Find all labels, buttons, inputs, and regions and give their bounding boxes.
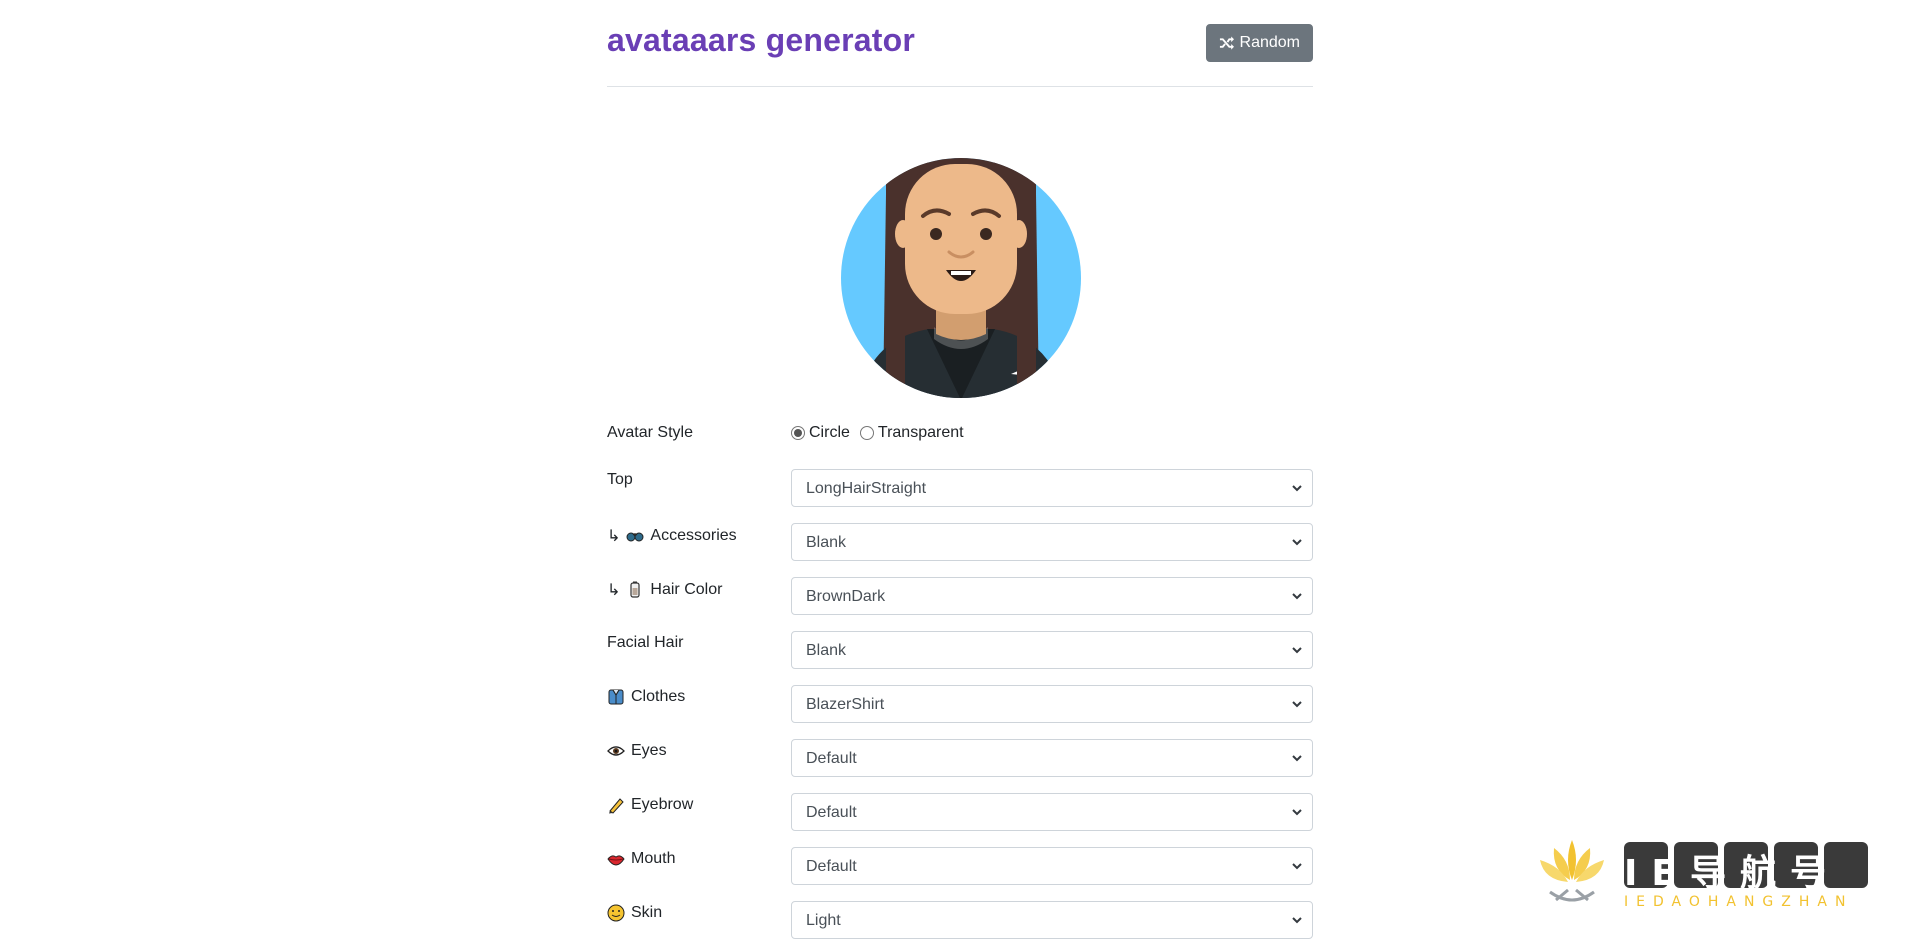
eyebrow-row: Eyebrow Default bbox=[607, 793, 1313, 833]
shuffle-icon bbox=[1219, 36, 1234, 50]
glasses-icon bbox=[626, 532, 644, 542]
watermark-subtext: IEDAOHANGZHAN bbox=[1624, 894, 1854, 910]
skin-label: Skin bbox=[607, 904, 662, 922]
mouth-select[interactable]: Default bbox=[791, 847, 1313, 885]
avatar-preview bbox=[839, 134, 1083, 400]
clothes-select[interactable]: BlazerShirt bbox=[791, 685, 1313, 723]
eyes-select[interactable]: Default bbox=[791, 739, 1313, 777]
top-label: Top bbox=[607, 471, 633, 488]
hair-color-select[interactable]: BrownDark bbox=[791, 577, 1313, 615]
skin-tone-icon bbox=[607, 904, 625, 922]
sub-option-arrow: ↳ bbox=[607, 582, 621, 599]
circle-radio-label[interactable]: Circle bbox=[809, 424, 850, 442]
mouth-label: Mouth bbox=[607, 850, 675, 868]
shirt-icon bbox=[608, 689, 624, 705]
accessories-label: ↳ Accessories bbox=[607, 527, 737, 545]
accessories-select[interactable]: Blank bbox=[791, 523, 1313, 561]
facial-hair-row: Facial Hair Blank bbox=[607, 631, 1313, 671]
clothes-label: Clothes bbox=[607, 688, 685, 706]
watermark-logo: IE导航号 IEDAOHANGZHAN bbox=[1532, 830, 1898, 914]
page-header: avataaars generator Random bbox=[607, 0, 1313, 87]
random-button[interactable]: Random bbox=[1205, 24, 1313, 62]
top-select[interactable]: LongHairStraight bbox=[791, 469, 1313, 507]
avatar-style-label: Avatar Style bbox=[607, 424, 693, 441]
mouth-row: Mouth Default bbox=[607, 847, 1313, 887]
eyes-label: Eyes bbox=[607, 742, 667, 760]
eyebrow-select[interactable]: Default bbox=[791, 793, 1313, 831]
eyes-row: Eyes Default bbox=[607, 739, 1313, 779]
facial-hair-label: Facial Hair bbox=[607, 634, 684, 651]
generator-container: avataaars generator Random Avatar Style … bbox=[607, 0, 1313, 939]
page-title: avataaars generator bbox=[607, 22, 915, 58]
lotus-icon bbox=[1540, 840, 1604, 902]
accessories-row: ↳ Accessories Blank bbox=[607, 523, 1313, 563]
skin-row: Skin Light bbox=[607, 901, 1313, 941]
avatar-style-options: Circle Transparent bbox=[791, 424, 964, 442]
circle-radio[interactable] bbox=[791, 426, 805, 440]
clothes-row: Clothes BlazerShirt bbox=[607, 685, 1313, 725]
paint-tube-icon bbox=[630, 581, 641, 598]
random-button-label: Random bbox=[1239, 34, 1300, 51]
hair-color-label: ↳ Hair Color bbox=[607, 581, 723, 599]
lips-icon bbox=[607, 855, 625, 866]
hair-color-row: ↳ Hair Color BrownDark bbox=[607, 577, 1313, 617]
sub-option-arrow: ↳ bbox=[607, 528, 621, 545]
avatar-style-row: Avatar Style Circle Transparent bbox=[607, 424, 1313, 464]
eye-icon bbox=[607, 746, 625, 756]
pencil-icon bbox=[609, 798, 624, 814]
watermark-text: IE导航号 bbox=[1624, 853, 1840, 894]
transparent-radio-label[interactable]: Transparent bbox=[878, 424, 964, 442]
skin-select[interactable]: Light bbox=[791, 901, 1313, 939]
transparent-radio[interactable] bbox=[859, 426, 874, 440]
facial-hair-select[interactable]: Blank bbox=[791, 631, 1313, 669]
top-row: Top LongHairStraight bbox=[607, 469, 1313, 509]
eyebrow-label: Eyebrow bbox=[607, 796, 693, 814]
